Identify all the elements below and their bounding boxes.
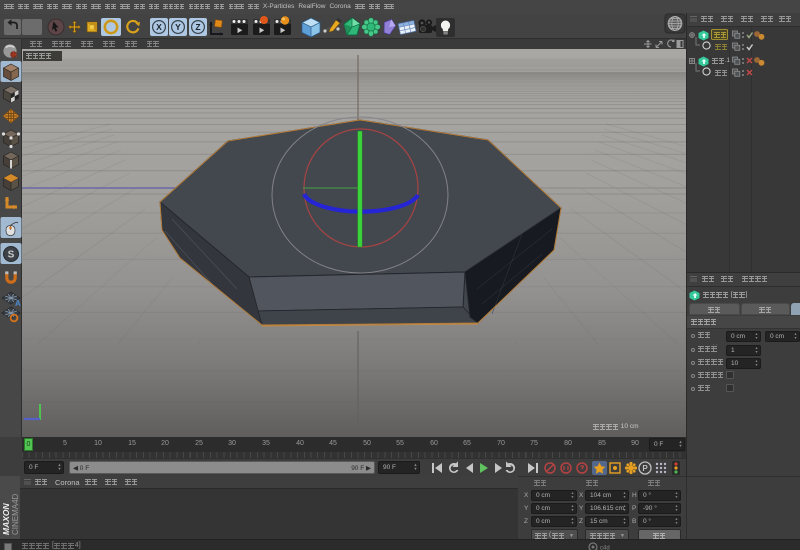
svg-text:Z: Z <box>195 22 200 32</box>
svg-text:MAXON: MAXON <box>1 503 11 536</box>
svg-text:P: P <box>642 464 648 473</box>
svg-text:A: A <box>15 299 21 308</box>
svg-text:X: X <box>156 22 162 32</box>
svg-text:Y: Y <box>175 22 181 32</box>
svg-text:c4d: c4d <box>600 546 610 550</box>
svg-text:S: S <box>8 250 15 261</box>
svg-text:CINEMA4D: CINEMA4D <box>11 493 20 535</box>
